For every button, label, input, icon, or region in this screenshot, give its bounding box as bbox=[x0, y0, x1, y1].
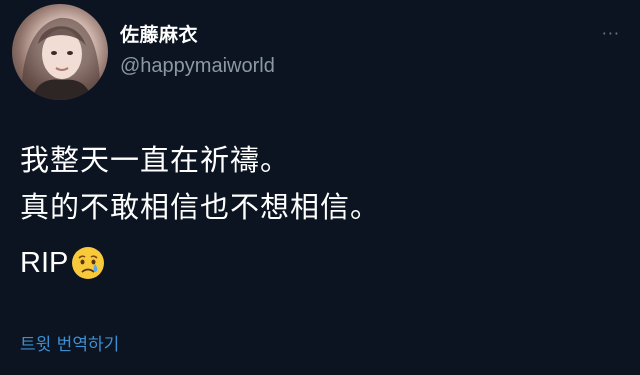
author-handle[interactable]: @happymaiworld bbox=[120, 55, 275, 78]
tweet-text-line-1: 我整天一直在祈禱。 bbox=[20, 143, 291, 177]
crying-face-icon bbox=[70, 245, 106, 281]
tweet-closing-line: RIP bbox=[20, 245, 106, 281]
avatar[interactable] bbox=[12, 4, 108, 100]
tweet-text-line-2: 真的不敢相信也不想相信。 bbox=[20, 190, 381, 224]
avatar-image bbox=[21, 17, 101, 100]
more-options-icon[interactable]: ··· bbox=[602, 24, 620, 43]
translate-tweet-link[interactable]: 트윗 번역하기 bbox=[20, 330, 119, 355]
rip-text: RIP bbox=[20, 246, 69, 279]
tweet-card: 佐藤麻衣 @happymaiworld ··· 我整天一直在祈禱。 真的不敢相信… bbox=[0, 0, 640, 375]
author-display-name[interactable]: 佐藤麻衣 bbox=[120, 20, 198, 47]
